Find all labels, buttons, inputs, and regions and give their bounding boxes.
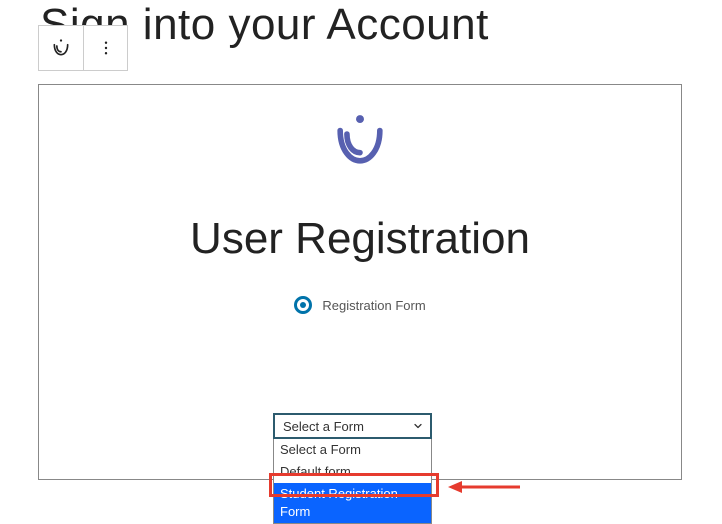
block-logo-icon (51, 38, 71, 58)
block-heading: User Registration (190, 214, 530, 264)
form-type-radio[interactable]: Registration Form (294, 296, 425, 314)
form-option-student[interactable]: Student Registration Form (274, 483, 431, 523)
form-select-group: Select a Form Select a Form Default form… (273, 413, 432, 524)
annotation-arrow-icon (448, 480, 520, 499)
more-vertical-icon (97, 39, 115, 57)
more-options-button[interactable] (83, 26, 127, 70)
form-select-value: Select a Form (283, 419, 364, 434)
block-icon-button[interactable] (39, 26, 83, 70)
chevron-down-icon (412, 420, 424, 432)
plugin-logo-icon (332, 113, 388, 174)
radio-label: Registration Form (322, 298, 425, 313)
form-option-default[interactable]: Default form (274, 461, 431, 483)
form-option-placeholder[interactable]: Select a Form (274, 439, 431, 461)
form-select-dropdown: Select a Form Default form Student Regis… (273, 439, 432, 524)
block-toolbar (38, 25, 128, 71)
radio-checked-icon (294, 296, 312, 314)
form-select[interactable]: Select a Form (273, 413, 432, 439)
